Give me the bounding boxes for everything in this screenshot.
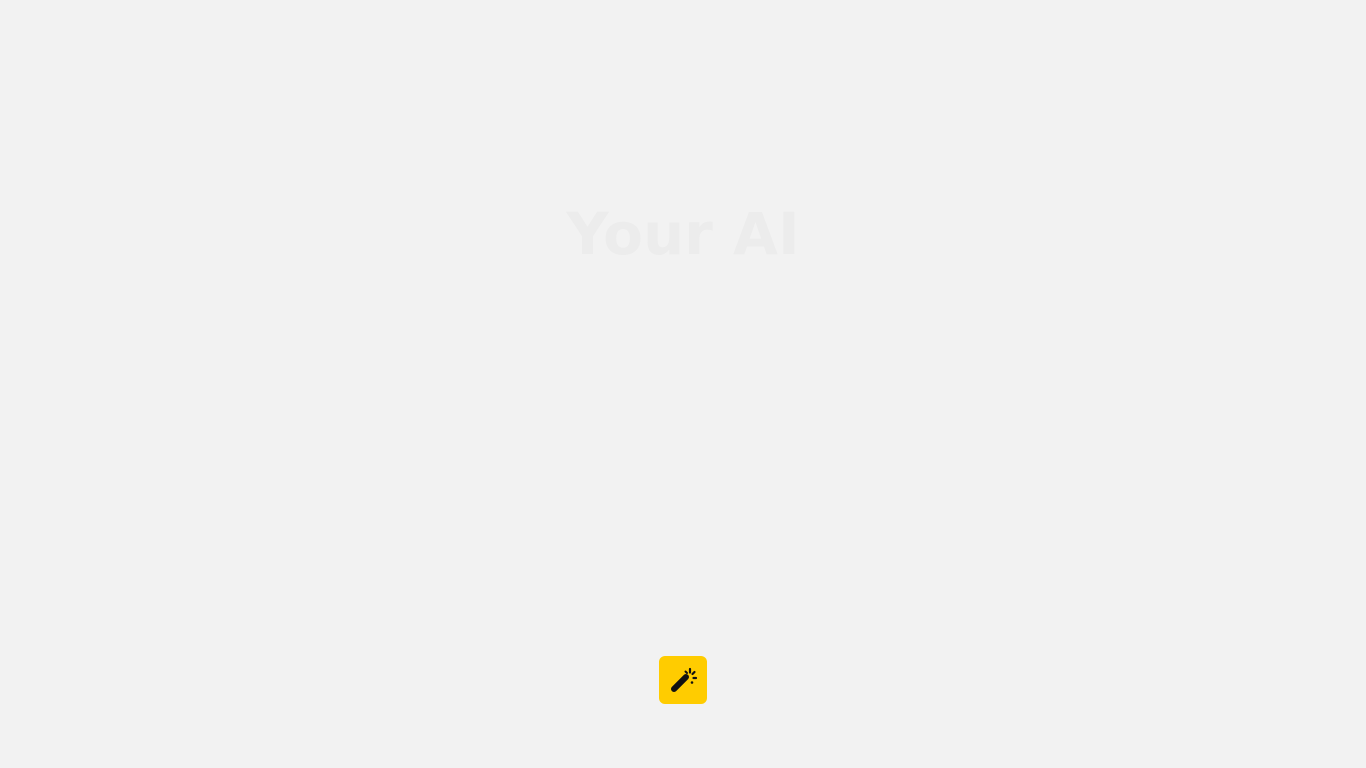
landing-page: Your AI (0, 0, 1366, 768)
magic-wand-button[interactable] (659, 656, 707, 704)
magic-wand-icon (666, 663, 700, 697)
hero-title: Your AI (566, 200, 800, 268)
